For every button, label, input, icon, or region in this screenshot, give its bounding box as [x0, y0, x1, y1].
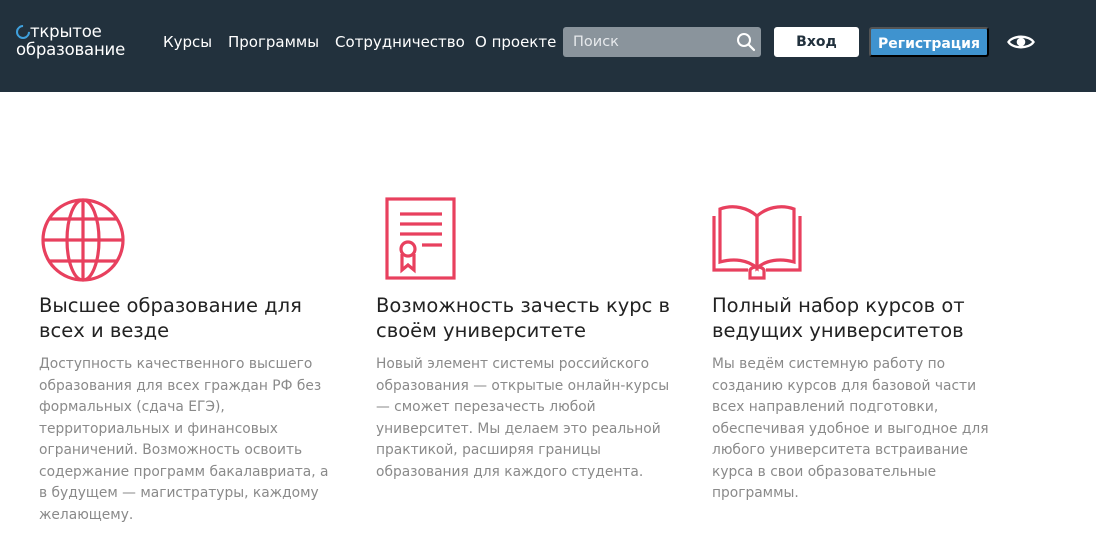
- feature-title: Возможность зачесть курс в своём универс…: [376, 294, 671, 342]
- top-header: ткрытое образование Курсы Программы Сотр…: [0, 0, 1096, 92]
- globe-icon: [41, 198, 125, 282]
- feature-description: Мы ведём системную работу по созданию ку…: [712, 356, 989, 501]
- login-button[interactable]: Вход: [774, 27, 859, 57]
- site-logo[interactable]: ткрытое образование: [13, 22, 141, 63]
- nav-programs[interactable]: Программы: [228, 32, 319, 52]
- search-icon[interactable]: [736, 32, 756, 52]
- search-box: [563, 27, 761, 57]
- eye-icon[interactable]: [1007, 32, 1035, 52]
- register-button[interactable]: Регистрация: [869, 27, 989, 57]
- feature-title: Полный набор курсов от ведущих университ…: [712, 294, 965, 342]
- logo-line1: ткрытое: [30, 22, 102, 41]
- nav-about[interactable]: О проекте: [475, 32, 556, 52]
- open-book-icon: [712, 205, 802, 280]
- feature-description: Доступность качественного высшего образо…: [39, 356, 329, 523]
- search-input[interactable]: [563, 27, 733, 57]
- feature-description: Новый элемент системы российского образо…: [376, 356, 670, 480]
- logo-line2: образование: [16, 40, 126, 59]
- feature-title: Высшее образование для всех и везде: [39, 294, 302, 342]
- nav-cooperation[interactable]: Сотрудничество: [335, 32, 465, 52]
- nav-courses[interactable]: Курсы: [163, 32, 212, 52]
- certificate-icon: [385, 197, 456, 280]
